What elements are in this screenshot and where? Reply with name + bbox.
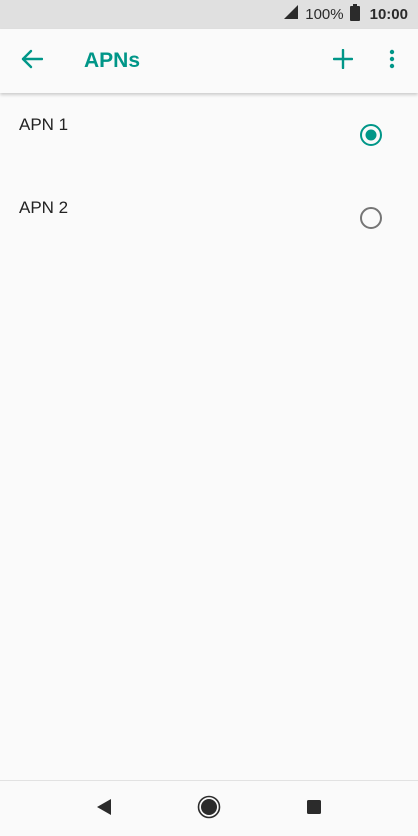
back-button[interactable] [14,45,50,77]
page-title: APNs [84,49,141,72]
status-indicators: 100% 10:00 [283,0,408,29]
nav-home-button[interactable] [195,795,223,823]
add-apn-button[interactable] [326,45,360,77]
home-circle-icon [197,795,221,824]
nav-back-button[interactable] [90,795,118,823]
nav-recents-button[interactable] [300,795,328,823]
navigation-bar [0,780,418,836]
apn-list-item[interactable]: APN 2 [0,176,418,259]
signal-icon [283,4,299,25]
apn-name: APN 2 [19,198,69,217]
recents-square-icon [306,799,322,820]
radio-unselected-icon[interactable] [359,206,383,230]
more-options-button[interactable] [378,45,406,77]
back-triangle-icon [95,798,113,821]
battery-percent: 100% [305,6,344,23]
status-clock: 10:00 [369,6,408,23]
battery-icon [349,3,360,26]
apn-list: APN 1 APN 2 [0,93,418,259]
status-bar: 100% 10:00 [0,0,418,29]
add-icon [332,48,354,74]
app-bar: APNs [0,29,418,93]
radio-selected-icon[interactable] [359,123,383,147]
more-vert-icon [389,49,395,74]
back-arrow-icon [21,49,44,74]
apn-list-item[interactable]: APN 1 [0,93,418,176]
apn-name: APN 1 [19,115,69,134]
